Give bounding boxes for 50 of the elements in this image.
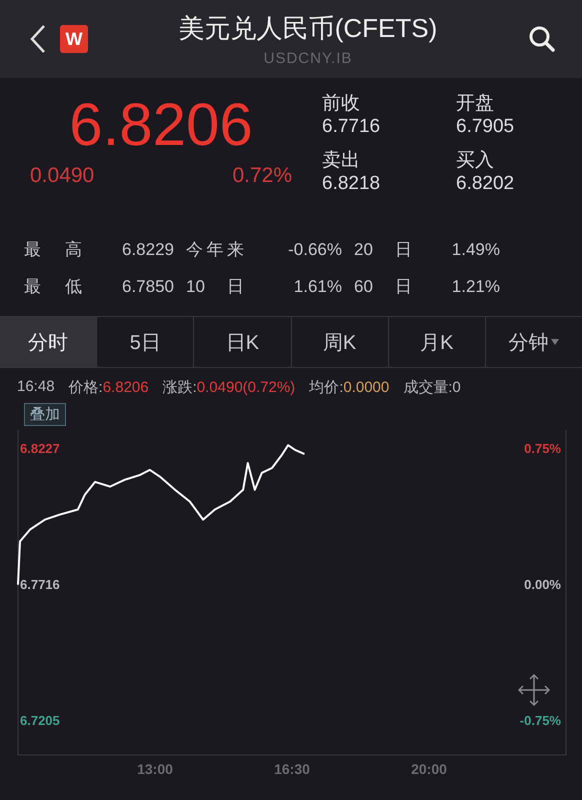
- field-value: 6.8202: [456, 172, 516, 195]
- info-item: 均价:0.0000: [309, 378, 390, 397]
- info-item: 价格:6.8206: [68, 378, 149, 397]
- field-value: 6.8218: [322, 172, 382, 195]
- period-tab[interactable]: 周K: [292, 317, 389, 367]
- axis-label: 0.00%: [524, 577, 561, 592]
- stat-label: 最 高: [24, 239, 82, 261]
- app-logo: W: [60, 25, 88, 53]
- back-icon[interactable]: [30, 24, 46, 54]
- axis-label: 16:30: [274, 761, 310, 777]
- axis-label: 6.7716: [20, 577, 60, 592]
- period-tab[interactable]: 分时: [0, 317, 98, 367]
- field-label: 前收: [322, 92, 361, 115]
- field-value: 6.7716: [322, 115, 382, 138]
- stat-value: 6.8229: [121, 240, 175, 260]
- field-label: 开盘: [456, 92, 495, 115]
- stat-value: 6.7850: [121, 276, 175, 296]
- stat-label: 最 低: [24, 276, 82, 298]
- field-label: 卖出: [322, 149, 361, 172]
- time-label: 16:48: [17, 378, 55, 397]
- stat-value: 1.21%: [450, 276, 501, 296]
- stat-label: 今年来: [186, 239, 244, 261]
- axis-label: 0.75%: [524, 441, 561, 456]
- period-tab[interactable]: 5日: [97, 317, 194, 367]
- overlay-button[interactable]: 叠加: [24, 403, 66, 426]
- percent-change: 0.72%: [232, 164, 292, 188]
- search-icon[interactable]: [528, 25, 556, 53]
- stat-value: 1.49%: [450, 240, 501, 260]
- page-title: 美元兑人民币(CFETS): [178, 12, 438, 45]
- axis-label: 20:00: [411, 761, 447, 777]
- field-label: 买入: [456, 149, 495, 172]
- symbol-code: USDCNY.IB: [264, 50, 352, 67]
- period-tab[interactable]: 月K: [388, 317, 486, 367]
- info-item: 涨跌:0.0490(0.72%): [162, 378, 296, 397]
- info-item: 成交量:0: [403, 378, 461, 397]
- stat-label: 20 日: [354, 239, 412, 261]
- move-icon[interactable]: [518, 674, 550, 706]
- axis-label: 6.7205: [20, 712, 60, 728]
- stat-value: -0.66%: [287, 240, 343, 260]
- period-tab[interactable]: 日K: [194, 317, 292, 367]
- last-price: 6.8206: [68, 92, 254, 158]
- price-change: 0.0490: [30, 164, 94, 188]
- axis-label: 6.8227: [20, 441, 60, 456]
- axis-label: 13:00: [137, 761, 173, 777]
- period-tab[interactable]: 分钟: [486, 317, 582, 367]
- stat-label: 10 日: [186, 276, 244, 298]
- stat-label: 60 日: [354, 276, 412, 298]
- axis-label: -0.75%: [520, 712, 561, 728]
- field-value: 6.7905: [456, 115, 516, 138]
- stat-value: 1.61%: [292, 276, 343, 296]
